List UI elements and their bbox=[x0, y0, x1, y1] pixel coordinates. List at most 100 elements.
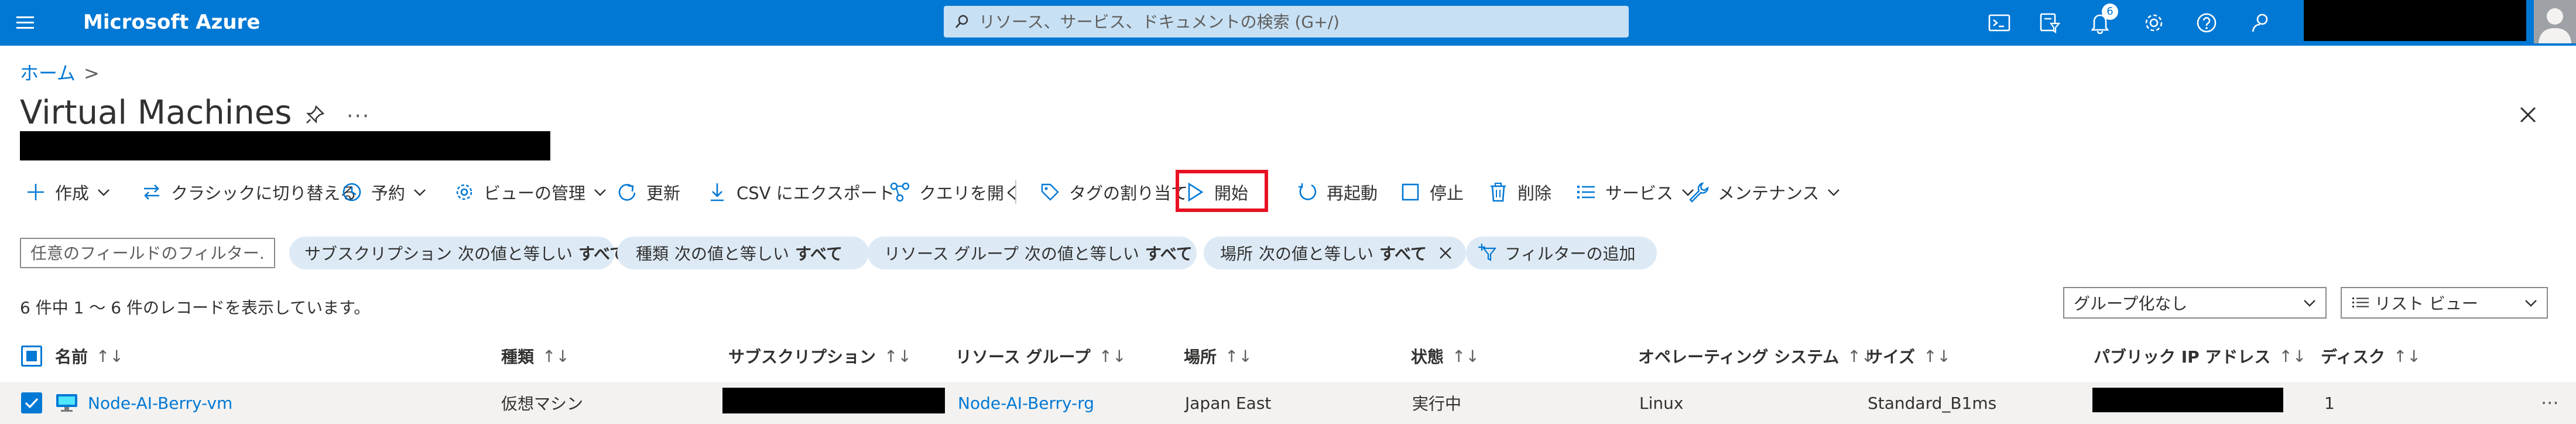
add-filter-button[interactable]: フィルターの追加 bbox=[1466, 237, 1657, 269]
vm-os-cell: Linux bbox=[1639, 393, 1684, 413]
row-checkbox[interactable] bbox=[21, 392, 42, 413]
top-bar: Microsoft Azure 6 bbox=[0, 0, 2576, 46]
list-view-icon bbox=[2351, 295, 2370, 311]
stop-button[interactable]: 停止 bbox=[1399, 175, 1464, 210]
gear-icon bbox=[453, 181, 475, 203]
column-header-location[interactable]: 場所 ↑↓ bbox=[1184, 337, 1252, 375]
sort-icon: ↑↓ bbox=[2393, 346, 2421, 366]
breadcrumb: ホーム > bbox=[20, 59, 100, 86]
vm-size-cell: Standard_B1ms bbox=[1868, 393, 1997, 413]
redacted-public-ip bbox=[2092, 388, 2283, 412]
stop-icon bbox=[1399, 181, 1421, 203]
select-all-checkbox[interactable] bbox=[21, 346, 42, 367]
reservations-button[interactable]: 予約 bbox=[341, 175, 436, 210]
trash-icon bbox=[1487, 181, 1509, 203]
vm-name-link[interactable]: Node-AI-Berry-vm bbox=[88, 394, 232, 413]
column-header-size[interactable]: サイズ ↑↓ bbox=[1866, 337, 1951, 375]
toolbar-divider bbox=[1015, 180, 1016, 204]
global-search[interactable] bbox=[944, 6, 1629, 37]
feedback-icon[interactable] bbox=[2245, 8, 2276, 37]
manage-view-label: ビューの管理 bbox=[484, 183, 586, 203]
filter-operator: 次の値と等しい bbox=[458, 244, 573, 264]
redacted-subscription bbox=[722, 388, 945, 413]
column-label: サイズ bbox=[1866, 347, 1916, 367]
vm-status-cell: 実行中 bbox=[1412, 394, 1462, 413]
clock-icon bbox=[341, 181, 363, 203]
column-header-name[interactable]: 名前 ↑↓ bbox=[55, 337, 124, 375]
create-label: 作成 bbox=[55, 183, 90, 203]
more-options-button[interactable]: ... bbox=[347, 98, 370, 122]
services-button[interactable]: サービス bbox=[1575, 175, 1704, 210]
column-label: 種類 bbox=[501, 347, 535, 367]
switch-arrows-icon bbox=[141, 181, 163, 203]
indeterminate-mark bbox=[26, 351, 37, 361]
close-icon[interactable] bbox=[2516, 103, 2540, 126]
sort-icon: ↑↓ bbox=[96, 346, 124, 366]
search-input[interactable] bbox=[979, 6, 1617, 37]
export-csv-button[interactable]: CSV にエクスポート bbox=[706, 175, 895, 210]
resource-group-link[interactable]: Node-AI-Berry-rg bbox=[958, 382, 1094, 424]
filter-pill-location[interactable]: 場所 次の値と等しい すべて bbox=[1204, 237, 1466, 269]
account-info-redacted[interactable] bbox=[2304, 0, 2526, 41]
search-icon bbox=[954, 14, 970, 29]
notifications-icon[interactable]: 6 bbox=[2084, 4, 2118, 37]
filter-operator: 次の値と等しい bbox=[674, 244, 790, 264]
view-mode-dropdown[interactable]: リスト ビュー bbox=[2341, 287, 2548, 319]
filter-value: すべて bbox=[1145, 244, 1193, 264]
refresh-button[interactable]: 更新 bbox=[616, 175, 680, 210]
remove-filter-icon[interactable] bbox=[1437, 245, 1454, 261]
column-header-os[interactable]: オペレーティング システム ↑↓ bbox=[1638, 337, 1875, 375]
column-header-subscription[interactable]: サブスクリプション ↑↓ bbox=[728, 337, 912, 375]
create-button[interactable]: 作成 bbox=[25, 175, 119, 210]
column-header-public-ip[interactable]: パブリック IP アドレス ↑↓ bbox=[2094, 337, 2306, 375]
table-row[interactable]: Node-AI-Berry-vm 仮想マシン Node-AI-Berry-rg … bbox=[0, 382, 2576, 424]
reservations-label: 予約 bbox=[371, 183, 406, 203]
group-by-value: グループ化なし bbox=[2074, 294, 2188, 313]
start-button-highlight bbox=[1176, 170, 1268, 212]
pin-icon[interactable] bbox=[303, 103, 327, 126]
filter-pill-subscription[interactable]: サブスクリプション 次の値と等しい すべて bbox=[289, 237, 626, 269]
filter-pill-type[interactable]: 種類 次の値と等しい すべて bbox=[617, 237, 869, 269]
filter-input[interactable] bbox=[20, 238, 275, 268]
row-more-actions-button[interactable]: ··· bbox=[2541, 382, 2559, 424]
sort-icon: ↑↓ bbox=[1098, 346, 1126, 366]
restart-button[interactable]: 再起動 bbox=[1296, 175, 1378, 210]
cloud-shell-icon[interactable] bbox=[1984, 8, 2015, 37]
plus-icon bbox=[25, 181, 47, 203]
refresh-label: 更新 bbox=[646, 183, 681, 203]
restart-label: 再起動 bbox=[1327, 183, 1378, 203]
assign-tags-label: タグの割り当て bbox=[1069, 183, 1188, 203]
avatar[interactable] bbox=[2534, 0, 2576, 43]
help-icon[interactable] bbox=[2191, 8, 2222, 37]
column-header-status[interactable]: 状態 ↑↓ bbox=[1411, 337, 1479, 375]
switch-classic-button[interactable]: クラシックに切り替える bbox=[141, 175, 357, 210]
breadcrumb-home-link[interactable]: ホーム bbox=[20, 62, 76, 84]
view-mode-value: リスト ビュー bbox=[2375, 294, 2478, 313]
maintenance-button[interactable]: メンテナンス bbox=[1687, 175, 1849, 210]
brand-title[interactable]: Microsoft Azure bbox=[83, 9, 260, 35]
redacted-subtitle bbox=[20, 131, 550, 160]
manage-view-button[interactable]: ビューの管理 bbox=[453, 175, 616, 210]
filter-field: 種類 bbox=[636, 244, 669, 264]
delete-button[interactable]: 削除 bbox=[1487, 175, 1551, 210]
column-header-disks[interactable]: ディスク ↑↓ bbox=[2321, 337, 2421, 375]
sort-icon: ↑↓ bbox=[1452, 346, 1479, 366]
sort-icon: ↑↓ bbox=[2279, 346, 2307, 366]
column-header-resource-group[interactable]: リソース グループ ↑↓ bbox=[955, 337, 1126, 375]
directory-filter-icon[interactable] bbox=[2034, 8, 2065, 37]
group-by-dropdown[interactable]: グループ化なし bbox=[2063, 287, 2327, 319]
delete-label: 削除 bbox=[1517, 183, 1552, 203]
open-query-button[interactable]: クエリを開く bbox=[889, 175, 1021, 210]
table-header: 名前 ↑↓ 種類 ↑↓ サブスクリプション ↑↓ リソース グループ ↑↓ 場所 ↑↓ 状… bbox=[0, 337, 2576, 375]
checkmark-icon bbox=[25, 398, 39, 409]
hamburger-menu-icon[interactable] bbox=[14, 13, 37, 33]
column-label: 状態 bbox=[1411, 347, 1444, 367]
filter-pill-resource-group[interactable]: リソース グループ 次の値と等しい すべて bbox=[868, 237, 1217, 269]
chevron-down-icon bbox=[2302, 295, 2317, 310]
list-icon bbox=[1575, 181, 1597, 203]
settings-gear-icon[interactable] bbox=[2138, 8, 2170, 37]
filter-field: リソース グループ bbox=[884, 244, 1019, 264]
column-header-type[interactable]: 種類 ↑↓ bbox=[501, 337, 570, 375]
assign-tags-button[interactable]: タグの割り当て bbox=[1039, 175, 1188, 210]
vm-location-cell: Japan East bbox=[1185, 393, 1272, 413]
